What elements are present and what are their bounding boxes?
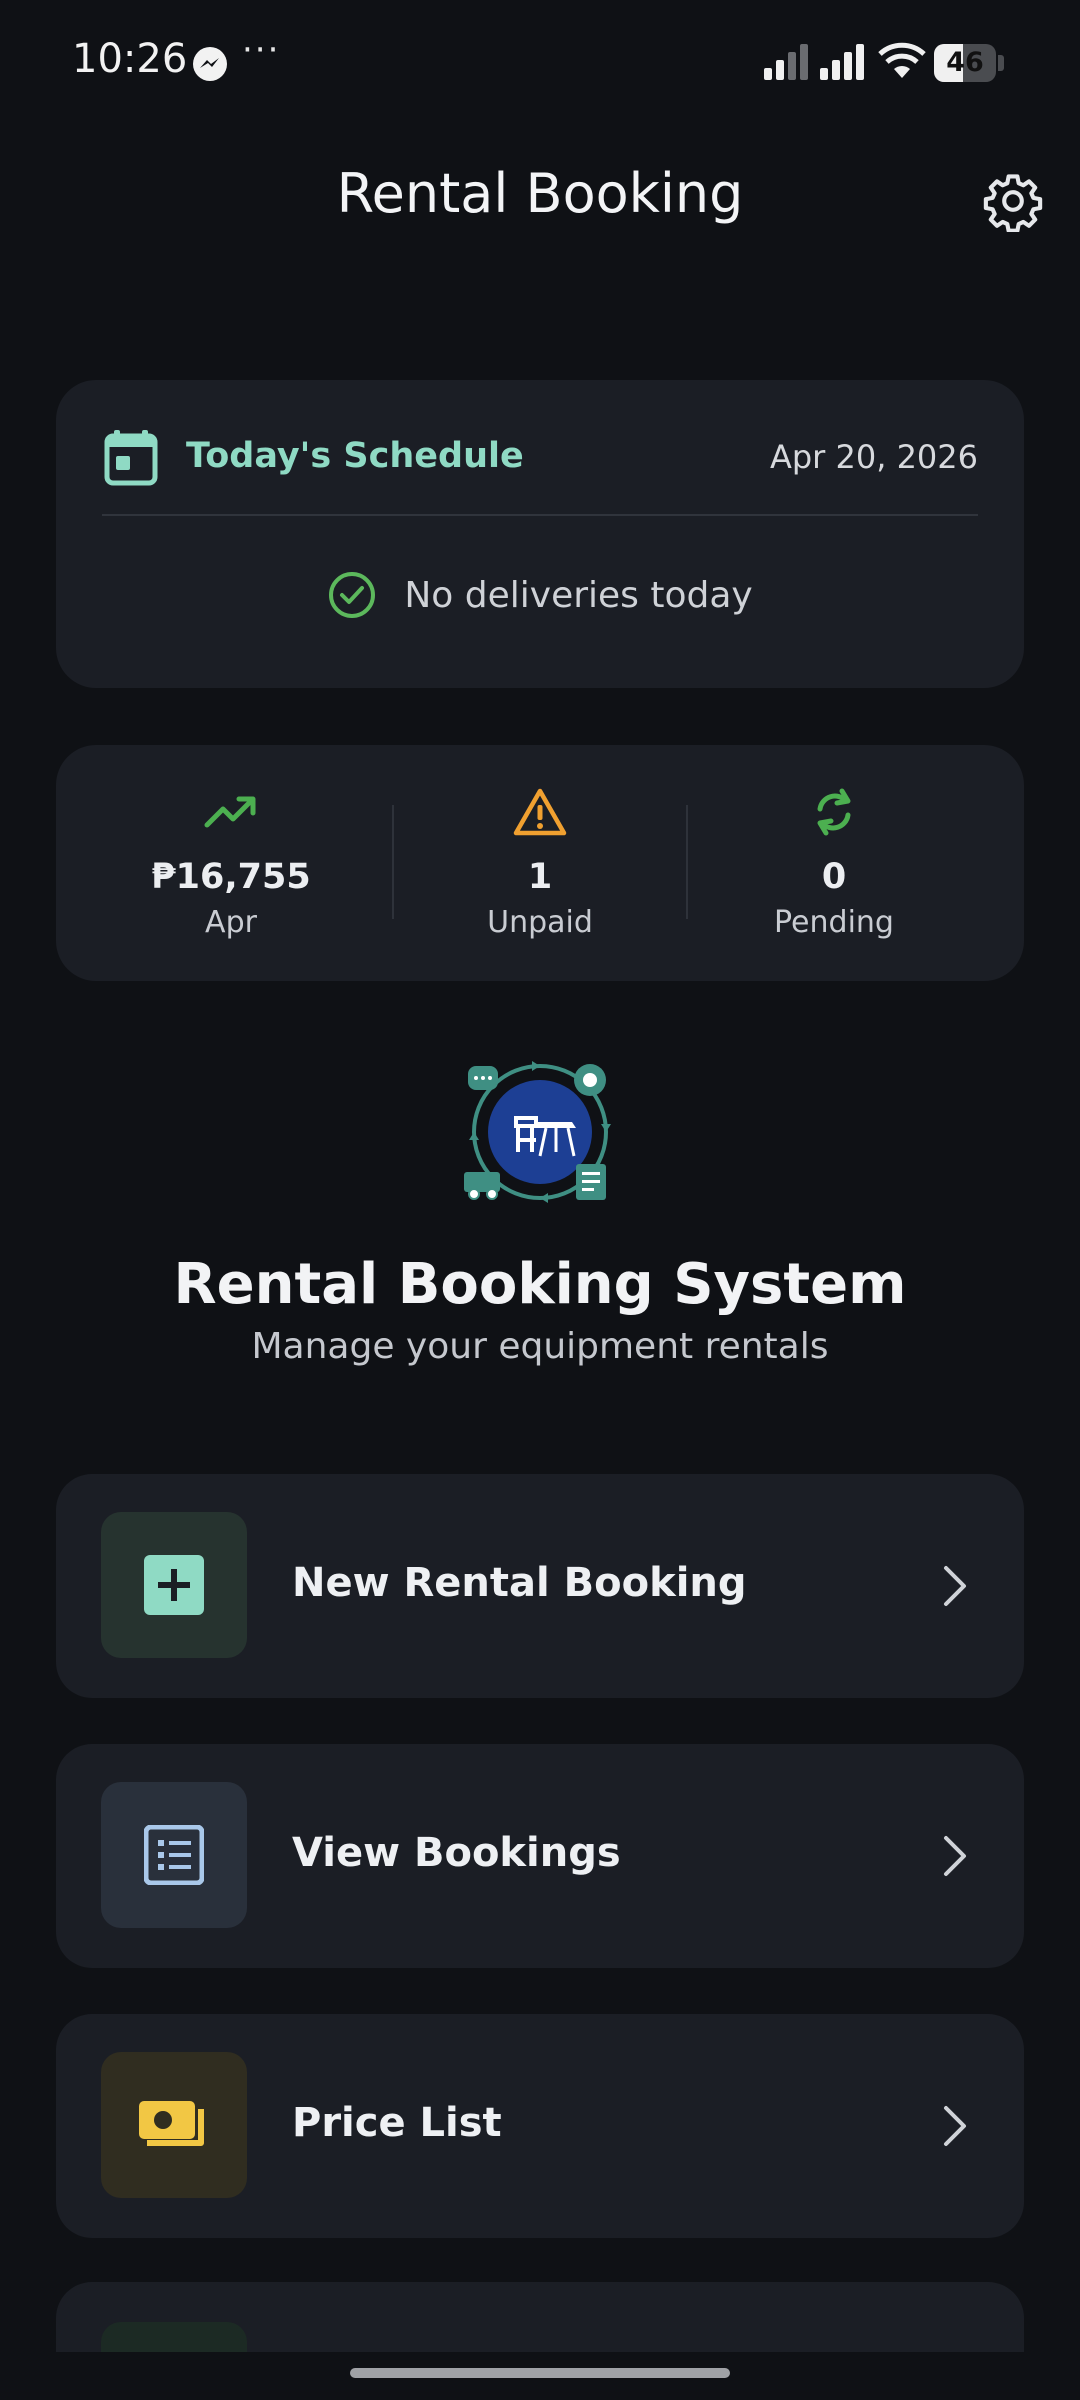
battery-level: 46: [946, 47, 984, 78]
todays-schedule-card[interactable]: Today's Schedule Apr 20, 2026 No deliver…: [56, 380, 1024, 688]
battery-icon: 46: [934, 44, 1004, 82]
status-bar: 10:26 ··· 46: [0, 0, 1080, 125]
schedule-title: Today's Schedule: [186, 436, 524, 476]
divider: [102, 514, 978, 516]
empty-message: No deliveries today: [404, 574, 753, 616]
chevron-right-icon: [944, 1836, 966, 1876]
menu-item-price-list[interactable]: Price List: [56, 2014, 1024, 2238]
empty-state: No deliveries today: [56, 570, 1024, 620]
stat-value: 1: [527, 857, 553, 897]
plus-box-icon: [144, 1555, 204, 1615]
menu-icon-box: [101, 1782, 247, 1928]
calendar-icon: [104, 430, 158, 486]
home-indicator[interactable]: [350, 2368, 730, 2378]
messenger-icon: [193, 47, 227, 81]
hero-title: Rental Booking System: [173, 1252, 907, 1317]
stat-label: Apr: [205, 905, 257, 940]
stats-card: ₱16,755 Apr 1 Unpaid 0 Pending: [56, 745, 1024, 981]
more-notifications-icon: ···: [242, 30, 281, 70]
menu-icon-box: [101, 1512, 247, 1658]
page-title: Rental Booking: [336, 162, 744, 225]
signal-sim1-icon: [764, 44, 808, 80]
stat-label: Pending: [774, 905, 894, 940]
stat-value: 0: [821, 857, 847, 897]
list-icon: [144, 1825, 204, 1885]
money-icon: [139, 2101, 204, 2146]
sync-icon: [817, 788, 851, 836]
warning-icon: [513, 788, 567, 836]
schedule-date: Apr 20, 2026: [769, 438, 978, 476]
menu-item-view-bookings[interactable]: View Bookings: [56, 1744, 1024, 1968]
menu-item-new-rental-booking[interactable]: New Rental Booking: [56, 1474, 1024, 1698]
app-logo: [464, 1061, 611, 1203]
gear-icon[interactable]: [982, 170, 1044, 232]
menu-label: New Rental Booking: [292, 1560, 747, 1606]
stat-value: ₱16,755: [151, 857, 311, 897]
hero-subtitle: Manage your equipment rentals: [251, 1326, 829, 1367]
divider: [392, 805, 394, 919]
check-circle-icon: [329, 572, 376, 618]
menu-label: Price List: [292, 2100, 502, 2146]
wifi-icon: [878, 42, 926, 78]
status-time: 10:26: [72, 36, 188, 82]
signal-sim2-icon: [820, 44, 864, 80]
stat-unpaid[interactable]: 1 Unpaid: [395, 745, 685, 981]
divider: [686, 805, 688, 919]
stat-label: Unpaid: [487, 905, 593, 940]
menu-icon-box: [101, 2052, 247, 2198]
menu-label: View Bookings: [292, 1830, 621, 1876]
chevron-right-icon: [944, 1566, 966, 1606]
chevron-right-icon: [944, 2106, 966, 2146]
trending-up-icon: [204, 796, 256, 828]
stat-pending[interactable]: 0 Pending: [689, 745, 979, 981]
stat-monthly-revenue[interactable]: ₱16,755 Apr: [86, 745, 376, 981]
